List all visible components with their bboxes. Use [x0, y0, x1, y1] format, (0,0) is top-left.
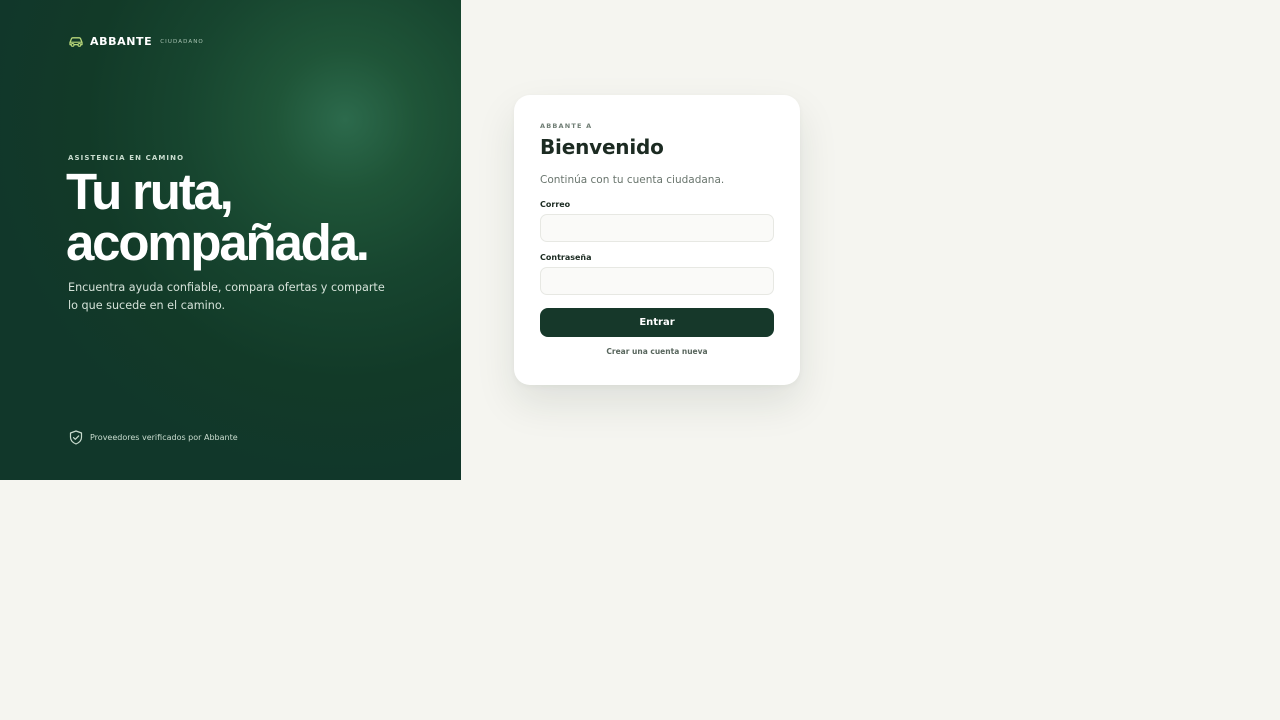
login-subtitle: Continúa con tu cuenta ciudadana. — [540, 174, 725, 186]
footnote-text: Proveedores verificados por Abbante — [90, 433, 238, 442]
hero-headline-line-2: acompañada. — [66, 214, 370, 271]
brand-subtitle: CIUDADANO — [160, 39, 204, 45]
car-icon — [68, 36, 84, 47]
hero-eyebrow: ASISTENCIA EN CAMINO — [68, 154, 185, 162]
email-field[interactable] — [540, 214, 774, 242]
login-eyebrow: ABBANTE A — [540, 122, 593, 130]
hero-lead: Encuentra ayuda confiable, compara ofert… — [68, 281, 385, 312]
create-account-link[interactable]: Crear una cuenta nueva — [540, 347, 774, 356]
shield-check-icon — [69, 430, 83, 445]
email-label: Correo — [540, 200, 571, 209]
hero-panel: ABBANTE CIUDADANO ASISTENCIA EN CAMINO T… — [0, 0, 461, 480]
hero-headline-line-1: Tu ruta, — [66, 163, 234, 220]
brand-name: ABBANTE — [90, 35, 153, 48]
login-title: Bienvenido — [540, 135, 664, 159]
brand-logo[interactable]: ABBANTE CIUDADANO — [68, 35, 204, 48]
login-card: ABBANTE A Bienvenido Continúa con tu cue… — [514, 95, 800, 385]
password-label: Contraseña — [540, 253, 592, 262]
password-field[interactable] — [540, 267, 774, 295]
hero-headline: Tu ruta, acompañada. — [66, 166, 446, 268]
verified-providers-note: Proveedores verificados por Abbante — [69, 430, 238, 445]
submit-button[interactable]: Entrar — [540, 308, 774, 337]
